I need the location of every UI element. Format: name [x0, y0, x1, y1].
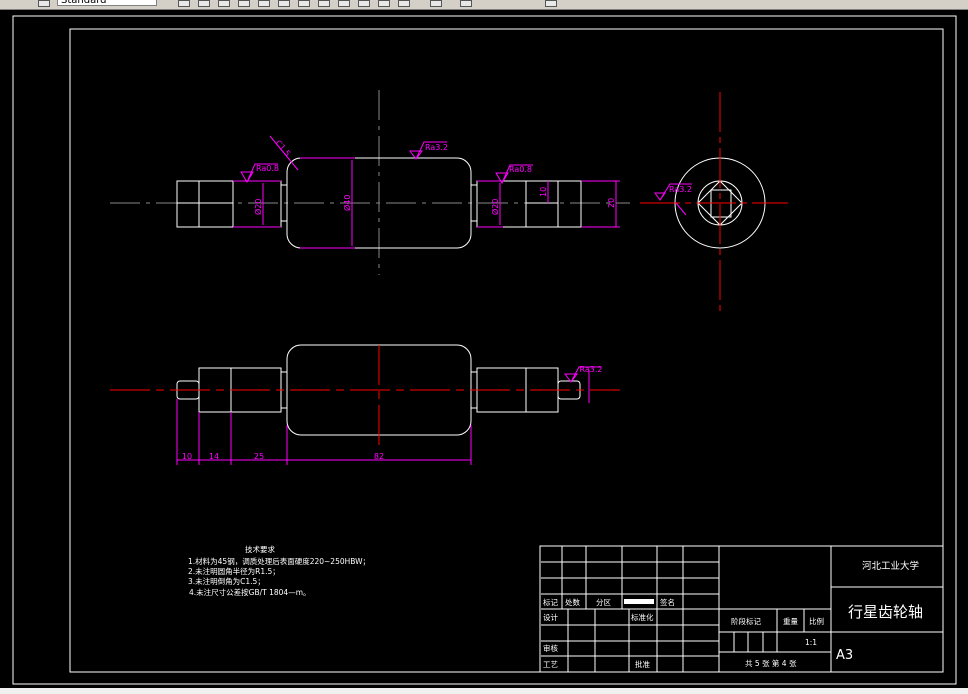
dim-label: 82 — [374, 452, 384, 461]
technical-requirements: 技术要求 1.材料为45钢，调质处理后表面硬度220~250HBW； 2.未注明… — [188, 544, 370, 597]
bottom-view: 10 14 25 82 Ra3.2 — [110, 344, 620, 465]
svg-text:2.未注明圆角半径为R1.5；: 2.未注明圆角半径为R1.5； — [188, 566, 280, 576]
label: 设计 — [543, 612, 558, 622]
label: 工艺 — [543, 660, 558, 669]
roughness-label: Ra3.2 — [579, 365, 602, 374]
array-icon[interactable] — [258, 0, 270, 7]
label: 标准化 — [631, 612, 654, 622]
text-style-dropdown[interactable]: Standard — [57, 0, 157, 6]
svg-text:3.未注明倒角为C1.5；: 3.未注明倒角为C1.5； — [188, 576, 265, 586]
svg-text:技术要求: 技术要求 — [245, 544, 275, 554]
trim-icon[interactable] — [358, 0, 370, 7]
extend-icon[interactable] — [378, 0, 390, 7]
scale-icon[interactable] — [318, 0, 330, 7]
dim-label: 10 — [182, 452, 192, 461]
dim-label: 20 — [607, 198, 616, 208]
svg-text:4.未注尺寸公差按GB/T 1804—m。: 4.未注尺寸公差按GB/T 1804—m。 — [189, 587, 311, 597]
sheet-size: A3 — [836, 648, 853, 663]
label: 审核 — [543, 643, 558, 653]
signature-bar — [624, 599, 654, 604]
label: 处数 — [565, 597, 580, 607]
dim-label: Ø40 — [342, 195, 352, 211]
dim-label: 10 — [539, 187, 548, 197]
label: 阶段标记 — [731, 616, 761, 626]
part-name: 行星齿轮轴 — [848, 603, 923, 621]
dim-label: Ø20 — [253, 199, 263, 215]
roughness-label: Ra0.8 — [256, 164, 279, 173]
explode-icon[interactable] — [545, 0, 557, 7]
label: 签名 — [660, 597, 675, 607]
offset-icon[interactable] — [238, 0, 250, 7]
label: 比例 — [809, 616, 824, 626]
label: 标记 — [543, 597, 558, 607]
roughness-label: Ra3.2 — [425, 143, 448, 152]
side-view: Ra3.2 — [640, 92, 788, 315]
svg-text:1.材料为45钢，调质处理后表面硬度220~250HBW；: 1.材料为45钢，调质处理后表面硬度220~250HBW； — [188, 556, 370, 566]
sheet-count: 共 5 张 第 4 张 — [745, 658, 797, 668]
roughness-label: Ra0.8 — [509, 165, 532, 174]
front-view: Ra0.8 Ra3.2 Ra0.8 C1.5 Ø20 Ø40 Ø20 10 20 — [110, 90, 630, 275]
chamfer-dim: C1.5 — [273, 139, 292, 159]
label: 重量 — [783, 617, 798, 626]
outer-border — [12, 15, 957, 685]
status-bar — [0, 688, 968, 694]
text-style-icon[interactable] — [38, 0, 50, 7]
move-icon[interactable] — [278, 0, 290, 7]
rotate-icon[interactable] — [298, 0, 310, 7]
stretch-icon[interactable] — [338, 0, 350, 7]
dim-label: 25 — [254, 452, 264, 461]
dim-label: 14 — [209, 452, 219, 461]
dim-label: Ø20 — [490, 199, 500, 215]
drawing-canvas[interactable]: Ra0.8 Ra3.2 Ra0.8 C1.5 Ø20 Ø40 Ø20 10 20… — [0, 10, 968, 688]
label: 分区 — [596, 598, 611, 607]
roughness-label: Ra3.2 — [669, 185, 692, 194]
mirror-icon[interactable] — [218, 0, 230, 7]
modify-toolbar: Standard — [0, 0, 968, 10]
match-properties-icon[interactable] — [198, 0, 210, 7]
chamfer-icon[interactable] — [430, 0, 442, 7]
scale-value: 1:1 — [805, 638, 817, 647]
edit-icon[interactable] — [178, 0, 190, 7]
school-name: 河北工业大学 — [862, 560, 919, 572]
fillet-icon[interactable] — [460, 0, 472, 7]
break-icon[interactable] — [398, 0, 410, 7]
label: 批准 — [635, 659, 650, 669]
